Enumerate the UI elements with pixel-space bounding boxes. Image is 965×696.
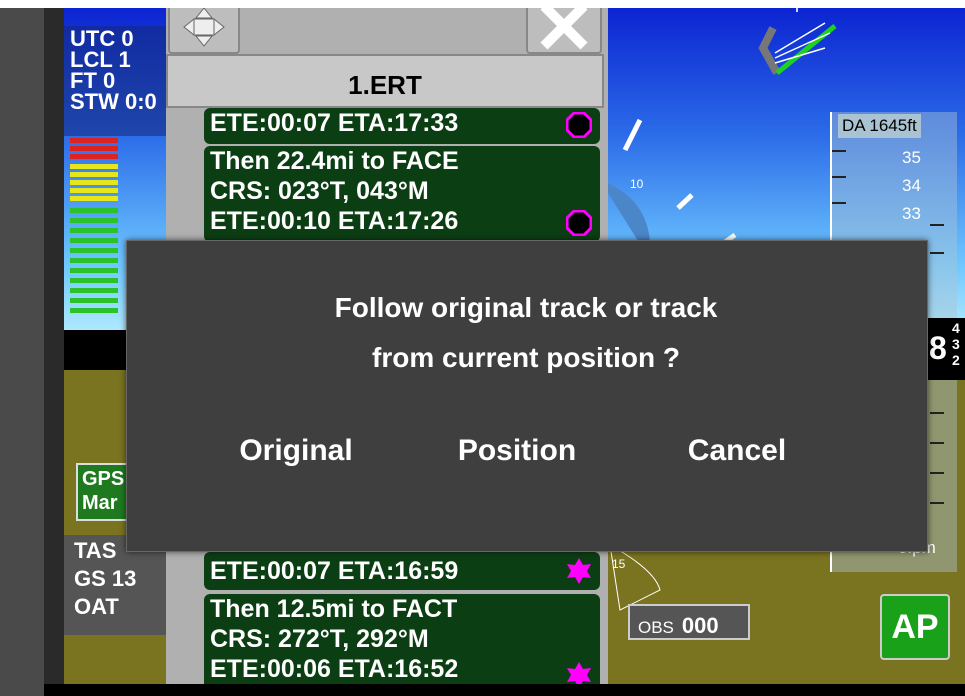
gs-row: GS 13 xyxy=(74,566,137,591)
left-bezel xyxy=(0,0,44,696)
density-altitude-label: DA 1645ft xyxy=(838,114,921,138)
waypoint-outline-icon xyxy=(566,210,592,236)
tape-yellow xyxy=(70,196,118,201)
tape-green xyxy=(70,208,118,213)
alt-tick xyxy=(930,224,944,226)
tape-green xyxy=(70,228,118,233)
alt-scale-35: 35 xyxy=(902,148,921,167)
alt-tick xyxy=(930,412,944,414)
tape-yellow xyxy=(70,172,118,177)
alt-tick xyxy=(930,502,944,504)
leg-course: CRS: 272°T, 292°M xyxy=(210,625,429,653)
time-panel: UTC 0 LCL 1 FT 0 STW 0:0 xyxy=(64,26,174,136)
tape-green xyxy=(70,248,118,253)
altitude-readout-small-3: 3 xyxy=(952,336,960,352)
alt-scale-33: 33 xyxy=(902,204,921,223)
leg-timing: ETE:00:07 ETA:17:33 xyxy=(210,109,459,137)
flaps-indicator-icon xyxy=(755,18,845,93)
position-button[interactable]: Position xyxy=(446,434,588,468)
flight-plan-leg[interactable]: ETE:00:07 ETA:17:33 xyxy=(204,108,600,144)
close-panel-button[interactable] xyxy=(526,0,602,54)
alt-tick xyxy=(832,176,846,178)
alt-tick xyxy=(930,472,944,474)
tape-red xyxy=(70,146,118,151)
gps-label: GPS xyxy=(82,468,125,490)
ft-row: FT 0 xyxy=(70,68,116,93)
obs-selector[interactable]: OBS 000 xyxy=(628,604,750,640)
leg-distance: Then 12.5mi to FACT xyxy=(210,595,458,623)
stw-row: STW 0:0 xyxy=(70,89,157,114)
leg-distance: Then 22.4mi to FACE xyxy=(210,147,459,175)
cancel-button[interactable]: Cancel xyxy=(670,434,804,468)
tape-green xyxy=(70,298,118,303)
tape-green xyxy=(70,258,118,263)
alt-tick xyxy=(832,202,846,204)
tape-green xyxy=(70,308,118,313)
original-button[interactable]: Original xyxy=(226,434,366,468)
altitude-readout: 8 4 3 2 xyxy=(925,318,965,380)
waypoint-filled-icon xyxy=(567,558,591,584)
top-bezel xyxy=(0,0,965,8)
leg-timing: ETE:00:06 ETA:16:52 xyxy=(210,655,459,683)
altitude-readout-digit: 8 xyxy=(929,330,947,366)
autopilot-button[interactable]: AP xyxy=(880,594,950,660)
obs-label: OBS xyxy=(638,618,674,637)
dialog-message-line1: Follow original track or track xyxy=(334,292,718,323)
leg-course: CRS: 023°T, 043°M xyxy=(210,177,429,205)
flight-plan-leg[interactable]: Then 22.4mi to FACE CRS: 023°T, 043°M ET… xyxy=(204,146,600,242)
flight-plan-title: 1.ERT xyxy=(166,54,604,108)
leg-timing: ETE:00:10 ETA:17:26 xyxy=(210,207,459,235)
compass-tick-label: 10 xyxy=(630,177,644,191)
altitude-readout-small-2: 2 xyxy=(952,352,960,368)
track-choice-dialog xyxy=(126,240,928,552)
obs-value: 000 xyxy=(681,613,719,638)
utc-row: UTC 0 xyxy=(70,26,134,51)
alt-tick xyxy=(832,150,846,152)
left-bezel-inner xyxy=(44,0,64,696)
tape-red xyxy=(70,154,118,159)
move-arrows-icon xyxy=(183,7,225,47)
tape-green xyxy=(70,268,118,273)
speed-tape xyxy=(70,138,118,334)
tape-green xyxy=(70,218,118,223)
dialog-message-line2: from current position ? xyxy=(372,342,680,373)
tape-yellow xyxy=(70,180,118,185)
tape-yellow xyxy=(70,188,118,193)
tape-green xyxy=(70,238,118,243)
tape-green xyxy=(70,288,118,293)
alt-scale-34: 34 xyxy=(902,176,921,195)
lcl-row: LCL 1 xyxy=(70,47,131,72)
close-icon xyxy=(540,2,588,50)
waypoint-outline-icon xyxy=(566,112,592,138)
move-panel-button[interactable] xyxy=(168,0,240,54)
bottom-ticker xyxy=(44,684,965,696)
flight-plan-leg[interactable]: Then 12.5mi to FACT CRS: 272°T, 292°M ET… xyxy=(204,594,600,690)
leg-timing: ETE:00:07 ETA:16:59 xyxy=(210,557,459,585)
tape-yellow xyxy=(70,164,118,169)
alt-tick xyxy=(930,442,944,444)
gps-mode-label: Mar xyxy=(82,492,118,514)
compass-tick-label-2: 15 xyxy=(612,557,626,571)
flight-plan-leg[interactable]: ETE:00:07 ETA:16:59 xyxy=(204,552,600,590)
tape-green xyxy=(70,278,118,283)
altitude-readout-small-4: 4 xyxy=(952,320,960,336)
tape-red xyxy=(70,138,118,143)
alt-tick xyxy=(930,252,944,254)
oat-row: OAT xyxy=(74,594,119,619)
